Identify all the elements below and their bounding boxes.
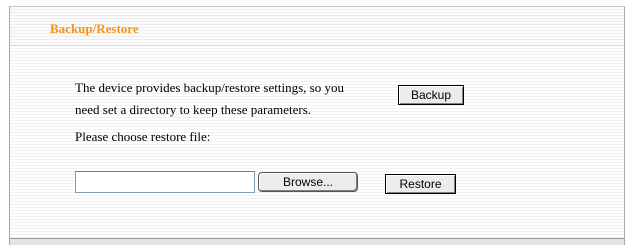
restore-file-path-input[interactable]: [75, 171, 255, 193]
section-title: Backup/Restore: [50, 21, 139, 36]
restore-button[interactable]: Restore: [385, 174, 456, 194]
backup-button[interactable]: Backup: [398, 85, 464, 105]
restore-file-prompt: Please choose restore file:: [75, 129, 211, 144]
backup-description-line-2: need set a directory to keep these param…: [75, 102, 312, 117]
browse-button[interactable]: Browse...: [258, 172, 358, 192]
backup-restore-panel: Backup/Restore The device provides backu…: [9, 6, 625, 245]
backup-description-line-1: The device provides backup/restore setti…: [75, 80, 344, 95]
section-header: Backup/Restore: [10, 7, 624, 46]
panel-bottom-edge: [10, 238, 624, 245]
